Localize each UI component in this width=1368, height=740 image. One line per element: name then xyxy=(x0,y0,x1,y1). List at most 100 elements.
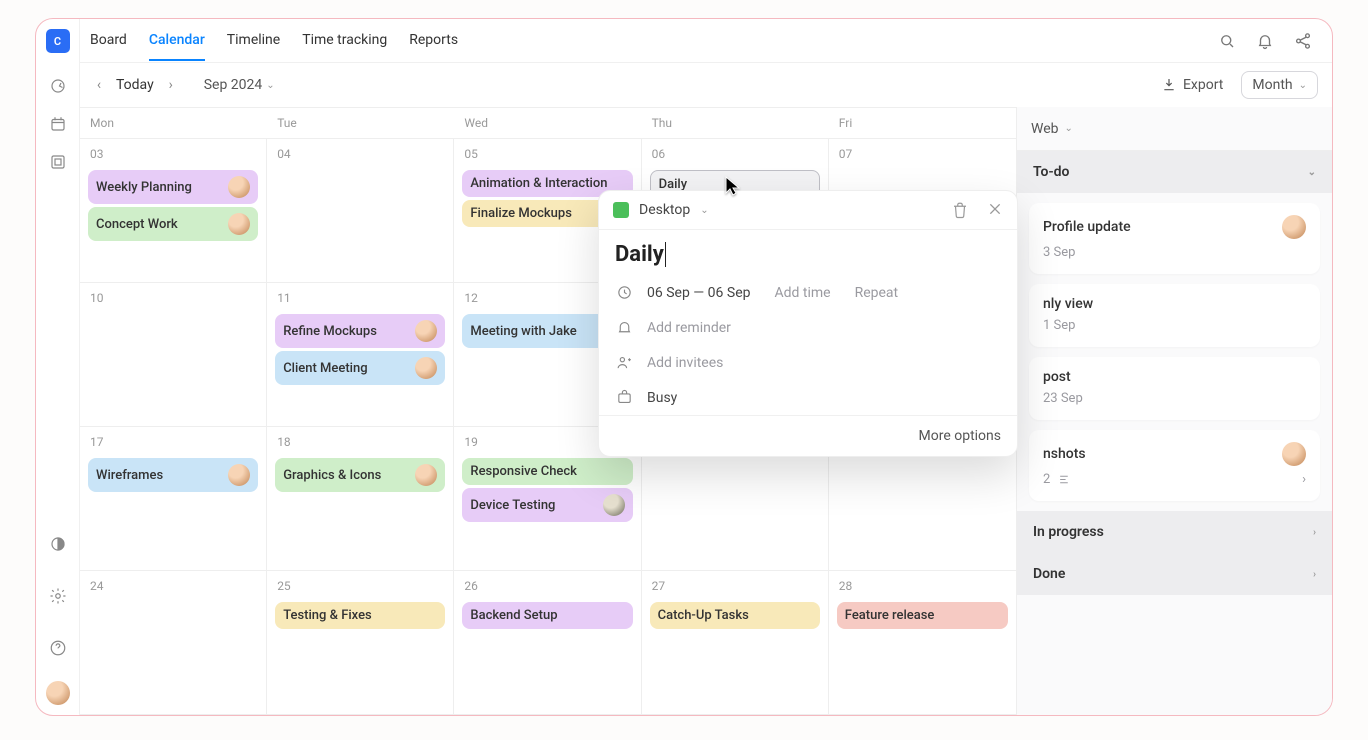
project-select[interactable]: Web ⌄ xyxy=(1017,107,1332,151)
section-inprogress[interactable]: In progress › xyxy=(1017,511,1332,553)
date-number: 05 xyxy=(460,145,634,167)
date-number: 03 xyxy=(86,145,260,167)
date-number: 25 xyxy=(273,577,447,599)
add-time-button[interactable]: Add time xyxy=(775,285,831,301)
day-header: Tue xyxy=(267,108,454,138)
card-title: Profile update xyxy=(1043,219,1131,235)
event-title: Concept Work xyxy=(96,217,178,232)
left-rail: C xyxy=(36,19,80,715)
assignee-avatar xyxy=(415,357,437,379)
busy-status[interactable]: Busy xyxy=(647,390,677,406)
calendar-event[interactable]: Concept Work xyxy=(88,207,258,241)
calendar-cell[interactable]: 27 Catch-Up Tasks xyxy=(642,571,829,714)
calendar-cell[interactable]: 03 Weekly Planning Concept Work xyxy=(80,139,267,282)
calendar-cell[interactable]: 26Backend Setup xyxy=(454,571,641,714)
category-color-swatch[interactable] xyxy=(613,202,629,218)
theme-icon[interactable] xyxy=(48,534,68,554)
tab-reports[interactable]: Reports xyxy=(409,20,458,61)
bell-icon[interactable] xyxy=(1256,32,1274,50)
help-icon[interactable] xyxy=(48,638,68,658)
next-button[interactable]: › xyxy=(160,74,182,96)
calendar-event[interactable]: Client Meeting xyxy=(275,351,445,385)
event-title-input[interactable]: Daily xyxy=(599,230,1017,275)
date-number: 07 xyxy=(835,145,1010,167)
tab-timeline[interactable]: Timeline xyxy=(227,20,280,61)
calendar-cell[interactable]: 17 Wireframes xyxy=(80,427,267,570)
app-logo[interactable]: C xyxy=(46,29,70,53)
view-mode-select[interactable]: Month ⌄ xyxy=(1241,71,1318,99)
share-icon[interactable] xyxy=(1294,32,1312,50)
calendar-cell[interactable]: 11Refine MockupsClient Meeting xyxy=(267,283,454,426)
category-select[interactable]: Desktop xyxy=(639,202,690,218)
section-label: To-do xyxy=(1033,164,1069,180)
prev-button[interactable]: ‹ xyxy=(88,74,110,96)
calendar-cell[interactable]: 24 xyxy=(80,571,267,714)
card-title: nly view xyxy=(1043,296,1093,312)
right-panel: Web ⌄ To-do ⌄ Profile update 3 Sep nly vie… xyxy=(1016,107,1332,715)
rail-icon-1[interactable] xyxy=(48,76,68,96)
chevron-down-icon: ⌄ xyxy=(1299,80,1307,91)
chevron-down-icon: ⌄ xyxy=(1065,123,1073,134)
section-todo[interactable]: To-do ⌄ xyxy=(1017,151,1332,193)
chevron-down-icon: ⌄ xyxy=(1308,167,1316,178)
section-label: In progress xyxy=(1033,524,1104,540)
card-title: nshots xyxy=(1043,446,1086,462)
assignee-avatar xyxy=(228,464,250,486)
date-number: 27 xyxy=(648,577,822,599)
tab-time-tracking[interactable]: Time tracking xyxy=(302,20,387,61)
calendar-cell[interactable]: 18Graphics & Icons xyxy=(267,427,454,570)
calendar-event[interactable]: Graphics & Icons xyxy=(275,458,445,492)
chevron-right-icon: › xyxy=(1302,472,1306,487)
card-meta: 3 Sep xyxy=(1043,245,1075,260)
tab-calendar[interactable]: Calendar xyxy=(149,20,205,61)
date-range[interactable]: 06 Sep — 06 Sep xyxy=(647,285,751,301)
top-bar: Board Calendar Timeline Time tracking Report… xyxy=(80,19,1332,63)
view-mode-label: Month xyxy=(1252,77,1292,93)
todo-card[interactable]: Profile update 3 Sep xyxy=(1029,203,1320,274)
calendar-icon[interactable] xyxy=(48,114,68,134)
add-invitees-button[interactable]: Add invitees xyxy=(647,355,723,371)
event-title: Graphics & Icons xyxy=(283,468,381,483)
repeat-button[interactable]: Repeat xyxy=(855,285,899,301)
clock-icon xyxy=(615,284,633,301)
card-meta: 23 Sep xyxy=(1043,391,1083,406)
delete-icon[interactable] xyxy=(951,201,969,219)
calendar-cell[interactable]: 04 xyxy=(267,139,454,282)
calendar-event[interactable]: Feature release xyxy=(837,602,1008,629)
calendar-event[interactable]: Responsive Check xyxy=(462,458,632,485)
settings-icon[interactable] xyxy=(48,586,68,606)
calendar-event[interactable]: Catch-Up Tasks xyxy=(650,602,820,629)
calendar-event[interactable]: Testing & Fixes xyxy=(275,602,445,629)
close-icon[interactable] xyxy=(987,201,1003,219)
assignee-avatar xyxy=(228,213,250,235)
date-number: 17 xyxy=(86,433,260,455)
calendar-cell[interactable]: 28Feature release xyxy=(829,571,1016,714)
assignee-avatar xyxy=(415,464,437,486)
status-icon xyxy=(615,389,633,406)
event-title: Feature release xyxy=(845,608,935,623)
user-avatar[interactable] xyxy=(46,681,70,705)
event-title: Backend Setup xyxy=(470,608,557,623)
calendar-event[interactable]: Wireframes xyxy=(88,458,258,492)
calendar-event[interactable]: Refine Mockups xyxy=(275,314,445,348)
todo-card[interactable]: nly view 1 Sep xyxy=(1029,284,1320,347)
calendar-event[interactable]: Weekly Planning xyxy=(88,170,258,204)
calendar-event[interactable]: Backend Setup xyxy=(462,602,632,629)
calendar-cell[interactable]: 25 Testing & Fixes xyxy=(267,571,454,714)
day-header: Thu xyxy=(642,108,829,138)
todo-card[interactable]: post23 Sep xyxy=(1029,357,1320,420)
calendar-event[interactable]: Device Testing xyxy=(462,488,632,522)
export-button[interactable]: Export xyxy=(1161,77,1223,93)
add-reminder-button[interactable]: Add reminder xyxy=(647,320,731,336)
calendar-cell[interactable]: 10 xyxy=(80,283,267,426)
date-number: 04 xyxy=(273,145,447,167)
search-icon[interactable] xyxy=(1218,32,1236,50)
card-meta: 1 Sep xyxy=(1043,318,1075,333)
rail-icon-3[interactable] xyxy=(48,152,68,172)
month-selector[interactable]: Sep 2024 ⌄ xyxy=(204,77,275,93)
more-options-button[interactable]: More options xyxy=(599,415,1017,456)
today-button[interactable]: Today xyxy=(116,77,154,93)
section-done[interactable]: Done › xyxy=(1017,553,1332,595)
todo-card[interactable]: nshots2› xyxy=(1029,430,1320,501)
tab-board[interactable]: Board xyxy=(90,20,127,61)
